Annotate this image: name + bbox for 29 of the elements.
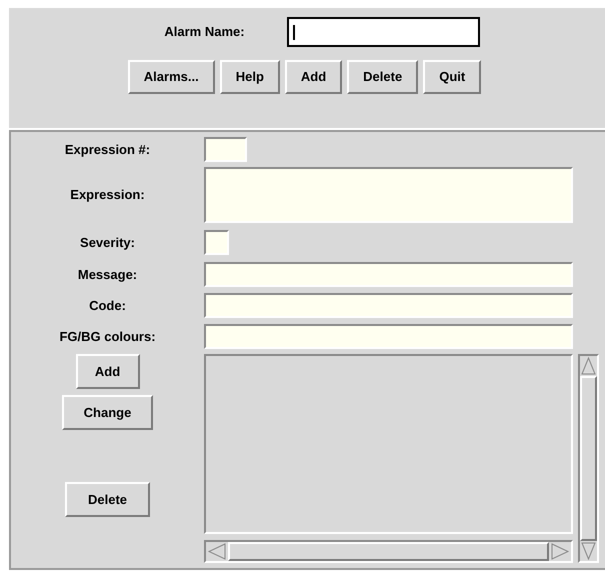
form-button[interactable]: Add bbox=[76, 354, 140, 389]
form-button[interactable]: Delete bbox=[65, 482, 150, 517]
left-arrow-icon[interactable] bbox=[206, 542, 228, 561]
down-arrow-icon[interactable] bbox=[580, 541, 597, 561]
text-area[interactable] bbox=[204, 167, 573, 223]
scrollbar-thumb[interactable] bbox=[228, 542, 549, 561]
field-label: Message: bbox=[76, 266, 138, 284]
horizontal-scrollbar[interactable] bbox=[204, 540, 573, 563]
up-arrow-icon[interactable] bbox=[580, 356, 597, 376]
input-field[interactable] bbox=[204, 262, 573, 287]
input-field[interactable] bbox=[204, 230, 229, 255]
toolbar-button[interactable]: Add bbox=[284, 60, 342, 94]
toolbar-button[interactable]: Delete bbox=[347, 60, 418, 94]
toolbar-button[interactable]: Alarms... bbox=[128, 60, 215, 94]
field-label: FG/BG colours: bbox=[58, 328, 157, 346]
form-button[interactable]: Change bbox=[62, 395, 153, 430]
input-field[interactable] bbox=[204, 137, 247, 162]
vertical-scrollbar[interactable] bbox=[578, 354, 599, 563]
alarm-name-label: Alarm Name: bbox=[164, 23, 245, 42]
toolbar-button[interactable]: Quit bbox=[423, 60, 482, 94]
alarm-name-field[interactable] bbox=[286, 17, 480, 47]
input-field[interactable] bbox=[204, 324, 573, 349]
field-label: Expression: bbox=[69, 186, 146, 204]
field-label: Code: bbox=[88, 296, 127, 315]
input-field[interactable] bbox=[204, 293, 573, 318]
field-label: Expression #: bbox=[64, 140, 152, 159]
toolbar-button[interactable]: Help bbox=[220, 60, 280, 94]
field-label: Severity: bbox=[79, 234, 136, 252]
right-arrow-icon[interactable] bbox=[549, 542, 571, 561]
